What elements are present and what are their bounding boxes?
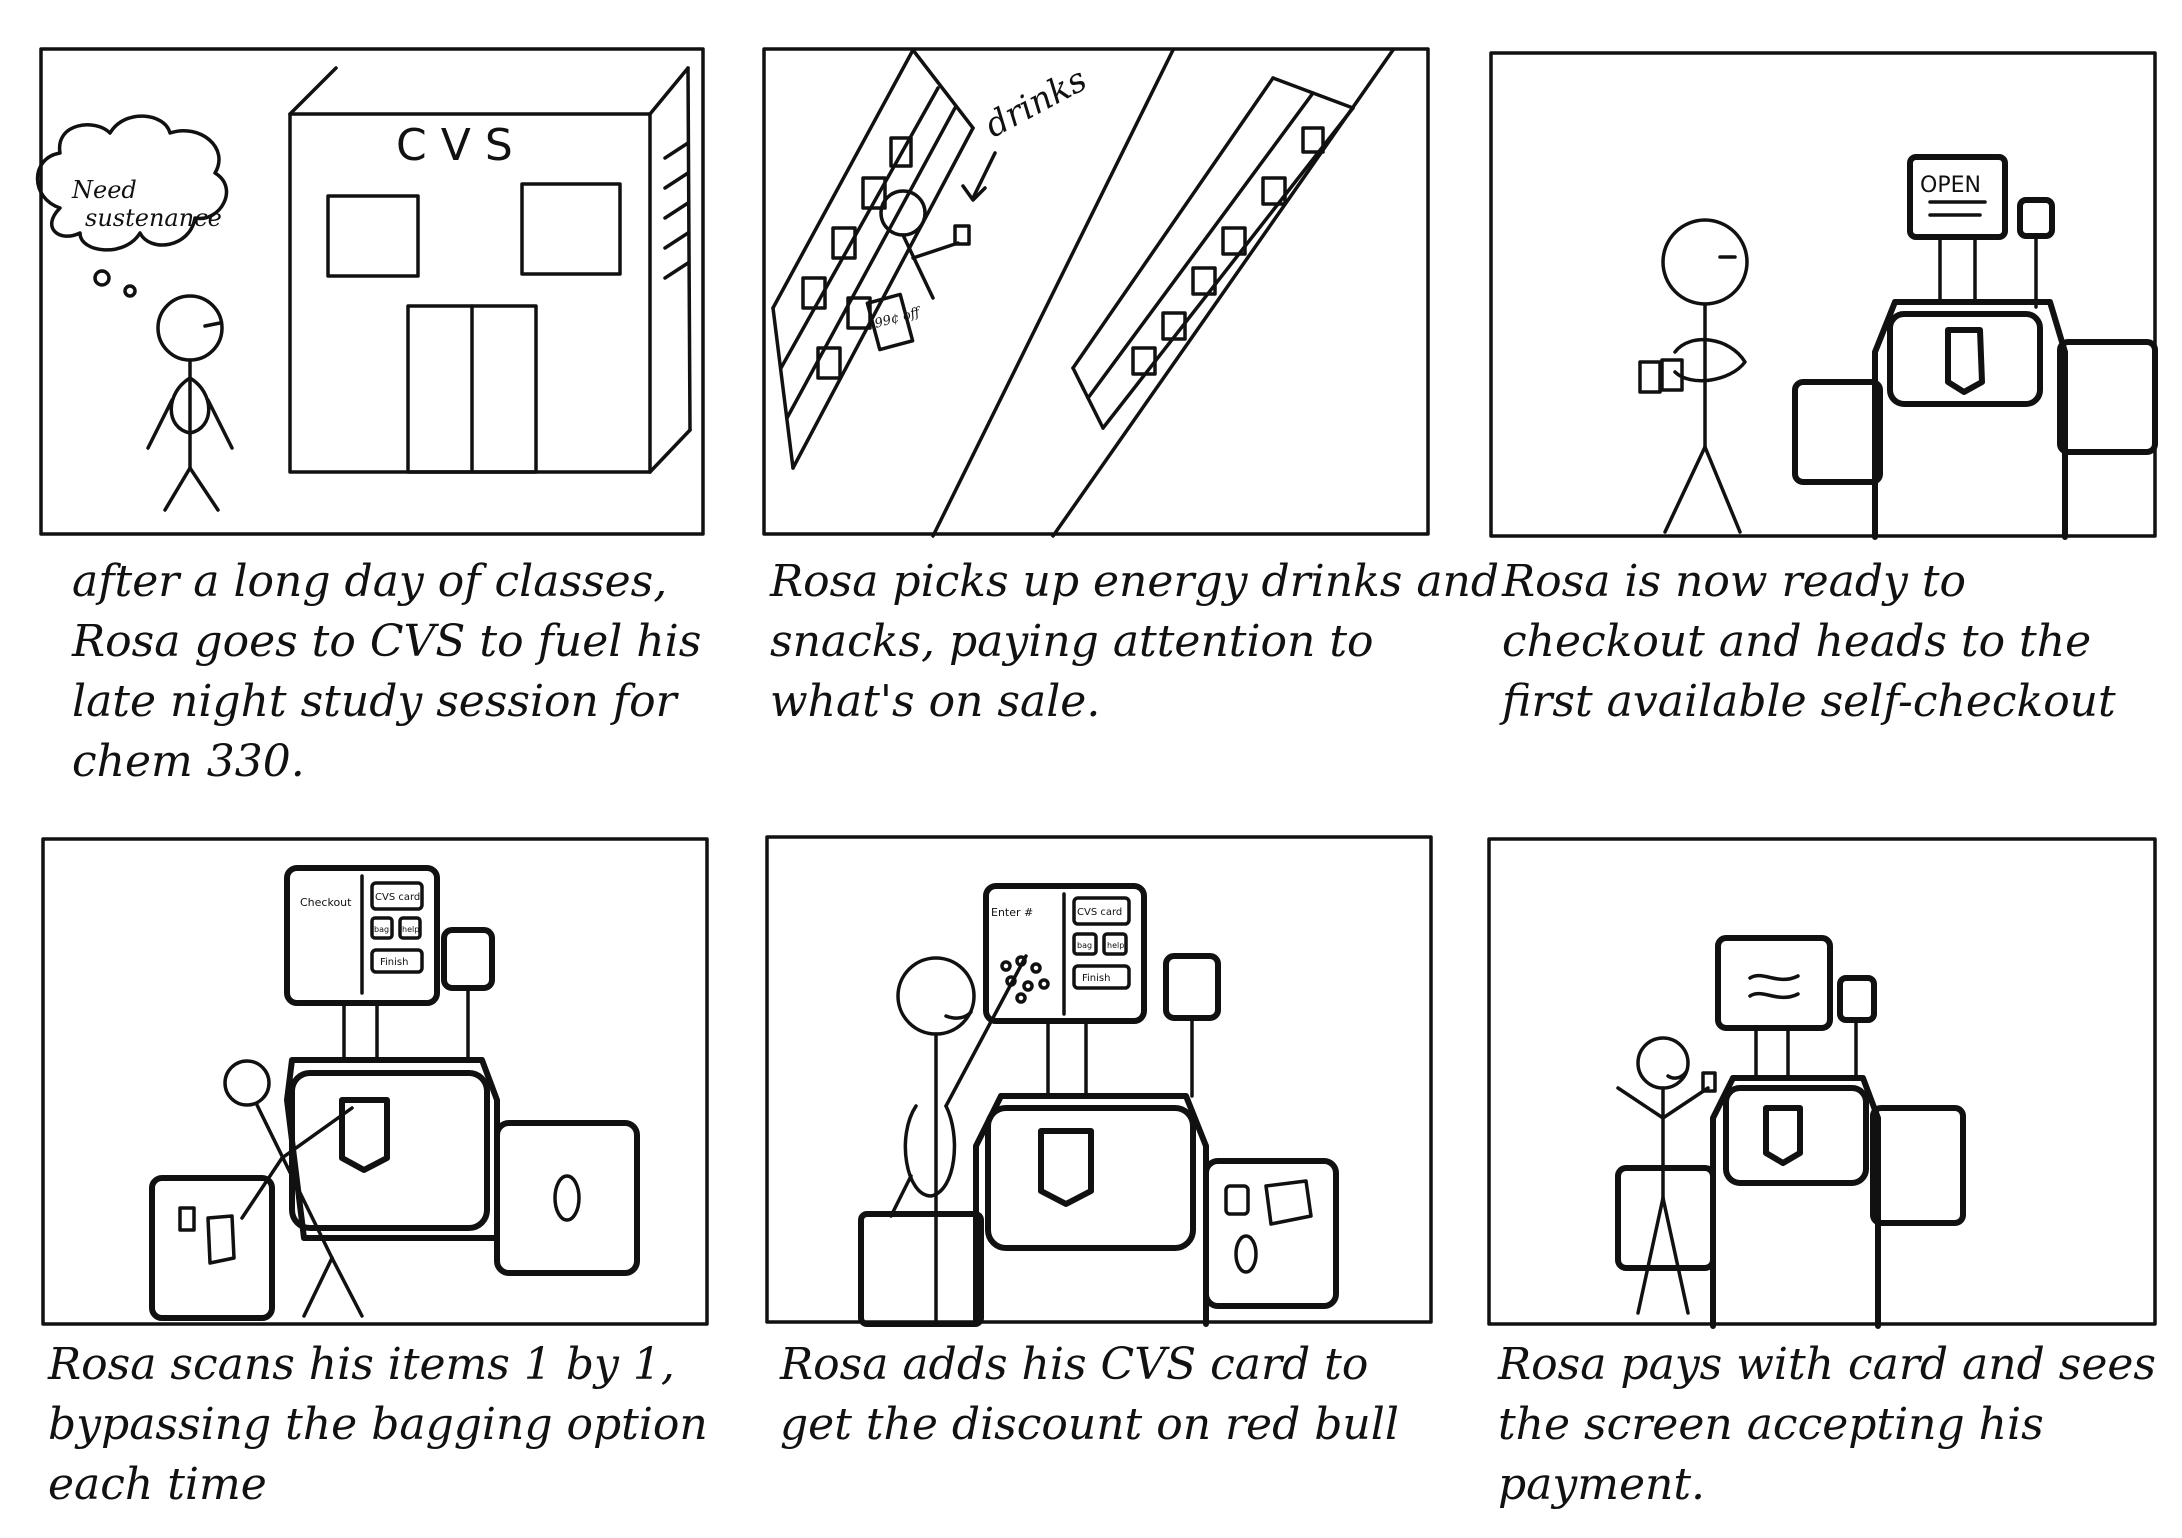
caption-line: Rosa pays with card and sees <box>1498 1339 2157 1390</box>
right-shelf-drawing <box>1071 76 1355 430</box>
panel-4-caption: Rosa scans his items 1 by 1, bypassing t… <box>48 1335 708 1515</box>
rosa-figure <box>1638 218 1749 534</box>
caption-line: Rosa picks up energy drinks and <box>770 556 1500 607</box>
panel-2-frame: drinks 99¢ off <box>762 47 1430 538</box>
panel-5-frame: Enter # CVS card bag help Finish <box>765 835 1433 1327</box>
caption-line: Rosa scans his items 1 by 1, <box>48 1339 675 1390</box>
aisle-label: drinks <box>978 60 1093 146</box>
caption-line: each time <box>48 1459 267 1510</box>
caption-line: Rosa goes to CVS to fuel his <box>72 616 702 667</box>
aisle-line <box>1051 48 1395 538</box>
rosa-figure <box>146 294 234 512</box>
rosa-figure <box>1616 1036 1717 1315</box>
panel-4-frame: Checkout CVS card bag help Finish <box>41 837 709 1326</box>
store-sign: CVS <box>396 120 527 171</box>
screen-label: Checkout <box>300 896 352 909</box>
caption-line: first available self-checkout <box>1502 676 2116 727</box>
sale-tag: 99¢ off <box>873 305 924 332</box>
caption-line: bypassing the bagging option <box>48 1399 708 1450</box>
panel-1-frame: CVS Need sustenance <box>35 47 705 536</box>
screen-label: Finish <box>380 957 408 968</box>
caption-line: payment. <box>1498 1459 1706 1510</box>
screen-label: bag <box>1077 941 1092 950</box>
caption-line: Rosa is now ready to <box>1502 556 1967 607</box>
screen-label: CVS card <box>375 892 420 903</box>
screen-label: Enter # <box>991 906 1033 919</box>
rosa-figure <box>889 954 1028 1326</box>
panel-2-caption: Rosa picks up energy drinks and snacks, … <box>770 552 1499 732</box>
panel-1-caption: after a long day of classes, Rosa goes t… <box>72 552 701 792</box>
panel-3-caption: Rosa is now ready to checkout and heads … <box>1502 552 2116 732</box>
panel-6-caption: Rosa pays with card and sees the screen … <box>1498 1335 2156 1515</box>
screen-label: Finish <box>1082 973 1110 984</box>
caption-line: get the discount on red bull <box>780 1399 1399 1450</box>
thought-bubble-line-2: sustenance <box>85 204 222 232</box>
self-checkout-kiosk <box>1615 935 1966 1329</box>
thought-bubble-line-1: Need <box>71 176 137 204</box>
self-checkout-kiosk <box>1792 154 2158 540</box>
screen-label: help <box>1107 941 1124 950</box>
caption-line: after a long day of classes, <box>72 556 668 607</box>
screen-label: help <box>402 925 419 934</box>
self-checkout-kiosk <box>858 883 1339 1327</box>
caption-line: what's on sale. <box>770 676 1101 727</box>
screen-label: bag <box>374 925 389 934</box>
caption-line: snacks, paying attention to <box>770 616 1374 667</box>
caption-line: the screen accepting his <box>1498 1399 2044 1450</box>
caption-line: chem 330. <box>72 736 305 787</box>
panel-3-frame: OPEN <box>1489 51 2158 540</box>
self-checkout-kiosk <box>149 865 640 1321</box>
caption-line: late night study session for <box>72 676 677 727</box>
caption-line: Rosa adds his CVS card to <box>780 1339 1369 1390</box>
screen-label: CVS card <box>1077 907 1122 918</box>
kiosk-screen-text: OPEN <box>1920 173 1981 198</box>
storyboard: CVS Need sustenance after a long day of … <box>0 0 2182 1538</box>
left-shelf-drawing <box>771 48 975 470</box>
panel-5-caption: Rosa adds his CVS card to get the discou… <box>780 1335 1399 1455</box>
rosa-figure <box>879 189 971 300</box>
caption-line: checkout and heads to the <box>1502 616 2092 667</box>
panel-6-frame <box>1487 837 2157 1329</box>
